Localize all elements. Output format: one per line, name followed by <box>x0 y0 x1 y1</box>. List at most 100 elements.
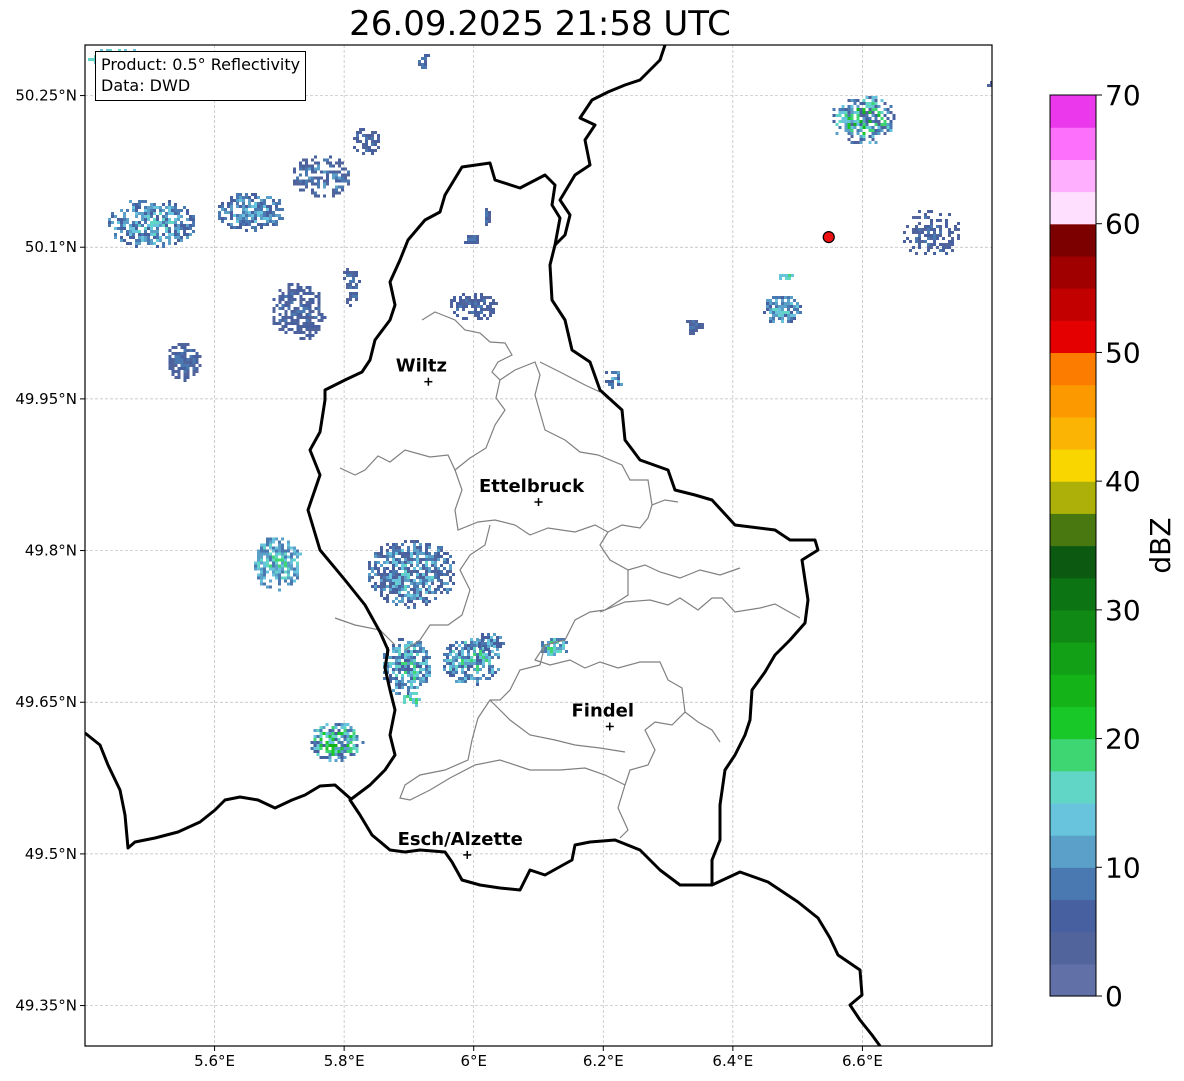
echo-pixel <box>168 218 171 221</box>
echo-pixel <box>287 546 290 550</box>
echo-pixel <box>334 723 338 726</box>
echo-pixel <box>230 199 233 202</box>
echo-pixel <box>383 588 386 591</box>
echo-pixel <box>474 311 477 314</box>
echo-pixel <box>933 231 936 234</box>
echo-pixel <box>398 644 401 647</box>
echo-pixel <box>464 656 467 659</box>
echo-pixel <box>550 638 553 641</box>
echo-pixel <box>413 543 416 546</box>
echo-pixel <box>171 364 175 367</box>
echo-pixel <box>287 567 290 571</box>
echo-pixel <box>404 662 407 665</box>
echo-pixel <box>404 576 407 579</box>
echo-pixel <box>421 63 424 66</box>
echo-pixel <box>844 114 848 117</box>
echo-pixel <box>401 573 404 576</box>
echo-pixel <box>425 573 428 576</box>
echo-pixel <box>484 648 487 651</box>
echo-pixel <box>153 203 156 206</box>
echo-pixel <box>346 729 350 732</box>
echo-pixel <box>349 298 352 301</box>
echo-pixel <box>171 346 175 349</box>
echo-pixel <box>416 573 419 576</box>
echo-pixel <box>392 671 395 674</box>
echo-pixel <box>192 221 195 224</box>
echo-pixel <box>790 305 793 308</box>
echo-pixel <box>383 579 386 582</box>
echo-pixel <box>183 376 187 379</box>
echo-pixel <box>611 380 614 383</box>
echo-pixel <box>410 564 413 567</box>
echo-pixel <box>437 588 440 591</box>
echo-pixel <box>180 352 184 355</box>
echo-pixel <box>434 576 437 579</box>
echo-pixel <box>311 328 315 331</box>
echo-pixel <box>296 573 299 577</box>
echo-pixel <box>299 289 303 292</box>
echo-pixel <box>487 648 490 651</box>
echo-pixel <box>296 552 299 556</box>
echo-pixel <box>850 126 854 129</box>
echo-pixel <box>871 108 875 111</box>
echo-pixel <box>413 656 416 659</box>
echo-pixel <box>987 84 990 87</box>
echo-pixel <box>455 653 458 656</box>
echo-pixel <box>467 659 470 662</box>
echo-pixel <box>299 173 302 177</box>
echo-pixel <box>398 552 401 555</box>
echo-pixel <box>948 243 951 246</box>
echo-pixel <box>389 552 392 555</box>
echo-pixel <box>347 182 350 186</box>
echo-pixel <box>889 105 893 108</box>
echo-pixel <box>401 552 404 555</box>
echo-pixel <box>290 579 293 583</box>
echo-pixel <box>446 653 449 656</box>
city-label: Esch/Alzette <box>398 829 523 850</box>
echo-pixel <box>159 209 162 212</box>
echo-pixel <box>398 576 401 579</box>
echo-pixel <box>389 588 392 591</box>
echo-pixel <box>787 302 790 305</box>
echo-pixel <box>308 289 312 292</box>
echo-pixel <box>465 296 468 299</box>
echo-pixel <box>275 561 278 565</box>
echo-pixel <box>467 668 470 671</box>
echo-pixel <box>343 747 347 750</box>
echo-pixel <box>344 176 347 180</box>
echo-pixel <box>281 555 284 559</box>
echo-pixel <box>346 274 349 277</box>
echo-pixel <box>368 137 371 140</box>
echo-pixel <box>479 656 482 659</box>
echo-pixel <box>296 182 299 186</box>
echo-pixel <box>331 738 335 741</box>
echo-pixel <box>434 573 437 576</box>
echo-pixel <box>293 331 297 334</box>
echo-pixel <box>349 753 353 756</box>
echo-pixel <box>302 179 305 183</box>
echo-pixel <box>862 135 866 138</box>
echo-pixel <box>446 671 449 674</box>
echo-pixel <box>461 668 464 671</box>
echo-pixel <box>284 579 287 583</box>
echo-pixel <box>263 561 266 565</box>
echo-pixel <box>254 217 257 220</box>
echo-pixel <box>328 753 332 756</box>
echo-pixel <box>473 668 476 671</box>
echo-pixel <box>413 603 416 606</box>
echo-pixel <box>474 314 477 317</box>
echo-pixel <box>147 233 150 236</box>
echo-pixel <box>278 546 281 550</box>
echo-pixel <box>409 692 412 695</box>
echo-pixel <box>192 373 196 376</box>
echo-pixel <box>174 355 178 358</box>
echo-pixel <box>401 594 404 597</box>
echo-pixel <box>698 326 701 329</box>
echo-pixel <box>421 66 424 69</box>
echo-pixel <box>772 311 775 314</box>
echo-pixel <box>769 299 772 302</box>
echo-pixel <box>880 99 884 102</box>
echo-pixel <box>407 549 410 552</box>
echo-pixel <box>266 549 269 553</box>
echo-pixel <box>275 537 278 541</box>
